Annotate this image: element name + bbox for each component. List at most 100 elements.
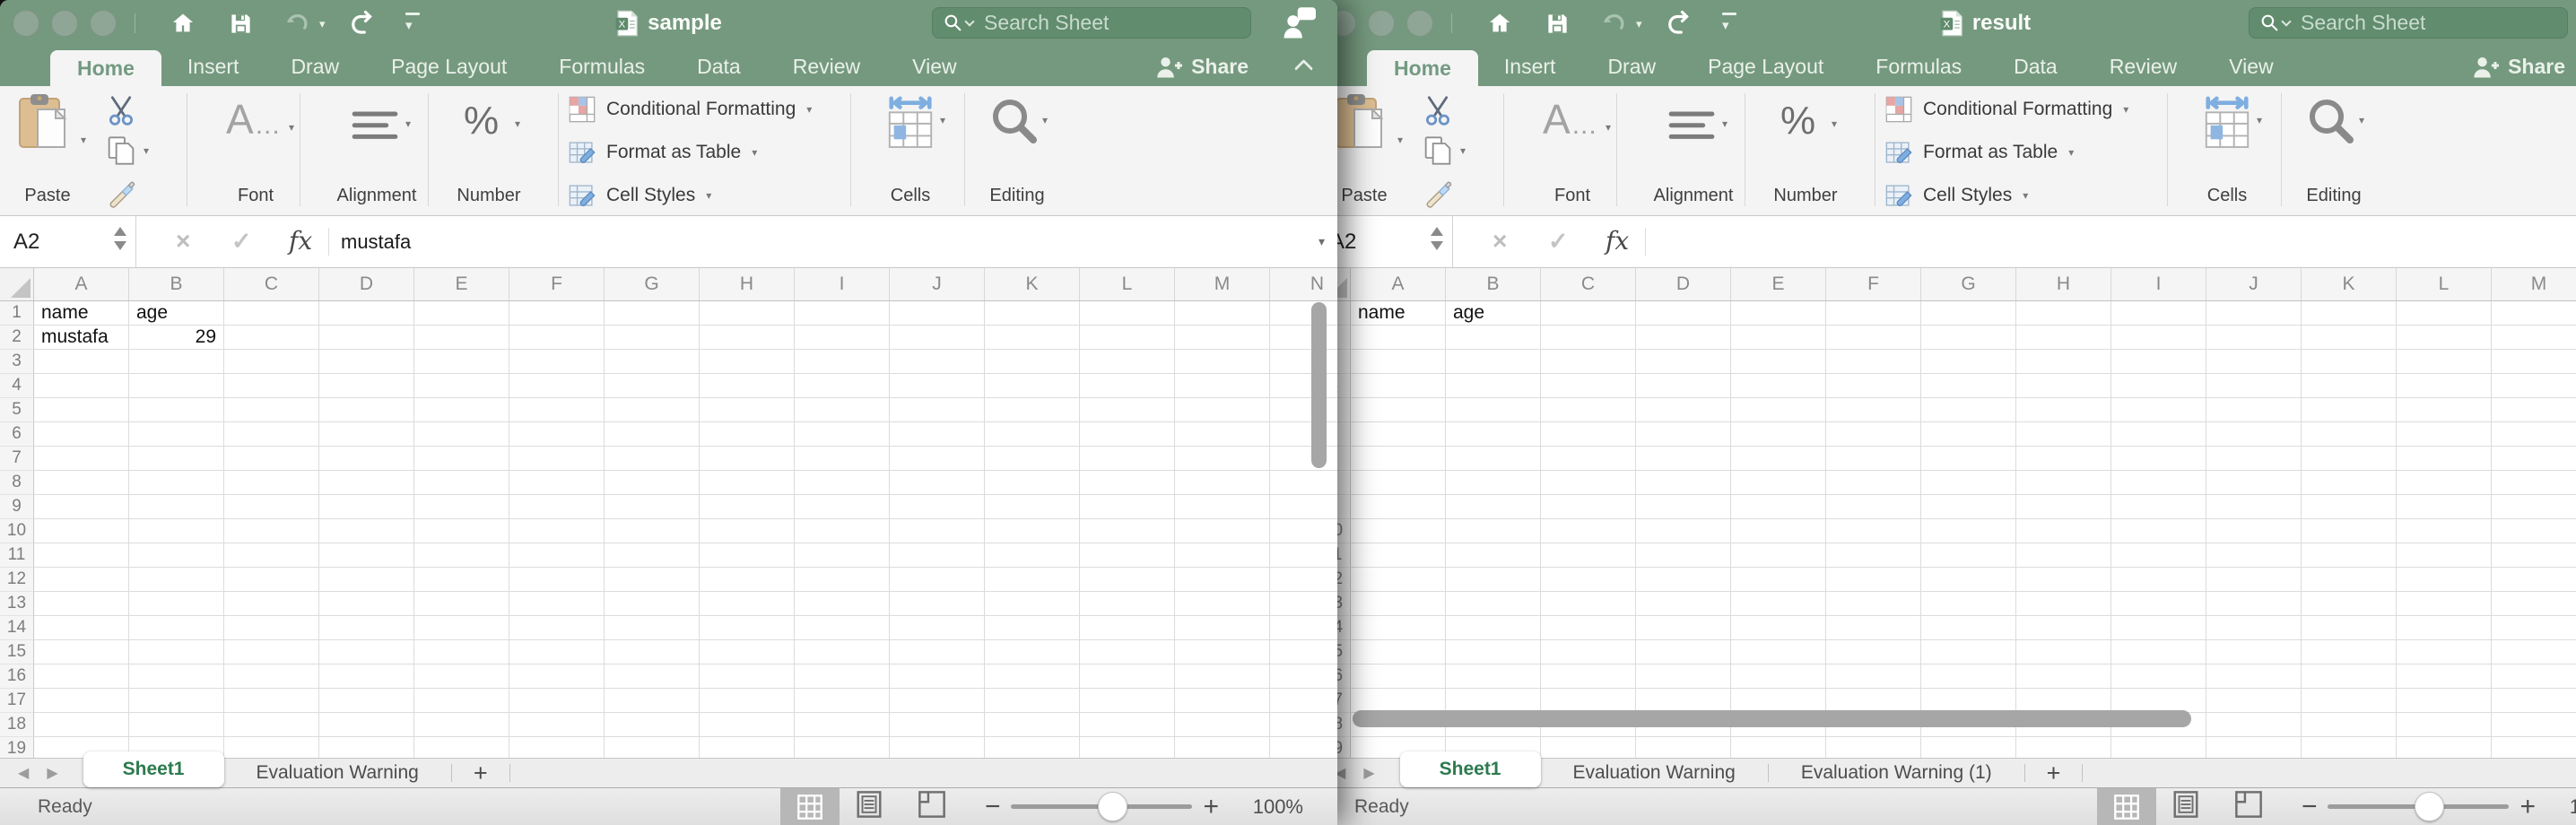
cell-i15[interactable] — [2111, 640, 2206, 664]
cell-b8[interactable] — [129, 471, 224, 495]
formula-input[interactable]: mustafa — [341, 216, 411, 267]
cell-c13[interactable] — [1541, 592, 1636, 616]
cell-h16[interactable] — [2016, 664, 2111, 689]
cell-d11[interactable] — [319, 543, 414, 568]
ribbon-tab-data[interactable]: Data — [671, 47, 767, 86]
cell-j11[interactable] — [890, 543, 985, 568]
cell-a11[interactable] — [1351, 543, 1446, 568]
cell-a6[interactable] — [34, 422, 129, 447]
cell-d12[interactable] — [319, 568, 414, 592]
cell-e4[interactable] — [414, 374, 509, 398]
cell-l10[interactable] — [1080, 519, 1175, 543]
cell-e10[interactable] — [414, 519, 509, 543]
cell-b11[interactable] — [129, 543, 224, 568]
cell-a17[interactable] — [1351, 689, 1446, 713]
cell-b1[interactable]: age — [129, 301, 224, 326]
page-break-preview-button[interactable] — [918, 791, 945, 822]
cell-g12[interactable] — [1921, 568, 2016, 592]
cell-l2[interactable] — [1080, 326, 1175, 350]
cell-m13[interactable] — [2492, 592, 2576, 616]
cell-f18[interactable] — [509, 713, 605, 737]
cell-l9[interactable] — [1080, 495, 1175, 519]
cell-d7[interactable] — [1636, 447, 1731, 471]
cell-l16[interactable] — [2397, 664, 2492, 689]
conditional-formatting-button[interactable]: Conditional Formatting ▾ — [1885, 88, 2128, 131]
cell-c10[interactable] — [224, 519, 319, 543]
cell-c1[interactable] — [224, 301, 319, 326]
column-header-a[interactable]: A — [1351, 268, 1446, 300]
cell-m4[interactable] — [1175, 374, 1270, 398]
conditional-formatting-button[interactable]: Conditional Formatting ▾ — [569, 88, 812, 131]
cell-l13[interactable] — [2397, 592, 2492, 616]
cell-j4[interactable] — [890, 374, 985, 398]
ribbon-tab-insert[interactable]: Insert — [161, 47, 265, 86]
cell-e2[interactable] — [1731, 326, 1826, 350]
cell-l13[interactable] — [1080, 592, 1175, 616]
cell-a18[interactable] — [34, 713, 129, 737]
cell-j14[interactable] — [2206, 616, 2302, 640]
cell-e15[interactable] — [1731, 640, 1826, 664]
column-header-b[interactable]: B — [129, 268, 224, 300]
search-sheet-input[interactable]: Search Sheet — [2249, 7, 2568, 39]
cell-e17[interactable] — [414, 689, 509, 713]
cell-d6[interactable] — [319, 422, 414, 447]
cell-a4[interactable] — [34, 374, 129, 398]
column-header-k[interactable]: K — [985, 268, 1080, 300]
cell-l17[interactable] — [2397, 689, 2492, 713]
cell-i3[interactable] — [2111, 350, 2206, 374]
cell-i2[interactable] — [795, 326, 890, 350]
cell-b6[interactable] — [1446, 422, 1541, 447]
cell-m6[interactable] — [1175, 422, 1270, 447]
next-sheet-icon[interactable]: ▶ — [1363, 764, 1374, 782]
cell-c19[interactable] — [224, 737, 319, 758]
insert-function-icon[interactable]: fx — [289, 226, 312, 256]
paste-dropdown-icon[interactable]: ▾ — [1397, 135, 1403, 145]
cell-j4[interactable] — [2206, 374, 2302, 398]
cell-b6[interactable] — [129, 422, 224, 447]
cell-a9[interactable] — [34, 495, 129, 519]
cell-f8[interactable] — [509, 471, 605, 495]
cell-k18[interactable] — [985, 713, 1080, 737]
share-button[interactable]: Share — [2472, 55, 2565, 79]
editing-dropdown-icon[interactable]: ▾ — [1042, 115, 1048, 126]
cell-h19[interactable] — [2016, 737, 2111, 758]
cell-c8[interactable] — [1541, 471, 1636, 495]
cell-b5[interactable] — [1446, 398, 1541, 422]
cell-e5[interactable] — [1731, 398, 1826, 422]
cell-k7[interactable] — [2302, 447, 2397, 471]
cell-b14[interactable] — [129, 616, 224, 640]
cell-l5[interactable] — [2397, 398, 2492, 422]
cell-j3[interactable] — [2206, 350, 2302, 374]
cell-l19[interactable] — [1080, 737, 1175, 758]
page-break-preview-button[interactable] — [2235, 791, 2262, 822]
cell-m18[interactable] — [1175, 713, 1270, 737]
cell-c8[interactable] — [224, 471, 319, 495]
cell-f16[interactable] — [1826, 664, 1921, 689]
copy-icon[interactable] — [1424, 136, 1451, 169]
column-header-g[interactable]: G — [1921, 268, 2016, 300]
cell-styles-button[interactable]: Cell Styles ▾ — [1885, 174, 2028, 217]
ribbon-tab-formulas[interactable]: Formulas — [1849, 47, 1988, 86]
cell-c7[interactable] — [1541, 447, 1636, 471]
add-sheet-button[interactable]: + — [2025, 760, 2083, 787]
cell-g6[interactable] — [1921, 422, 2016, 447]
cell-c16[interactable] — [1541, 664, 1636, 689]
cell-f1[interactable] — [509, 301, 605, 326]
column-header-f[interactable]: F — [509, 268, 605, 300]
cells-dropdown-icon[interactable]: ▾ — [940, 115, 945, 126]
cell-c10[interactable] — [1541, 519, 1636, 543]
insert-function-icon[interactable]: fx — [1606, 226, 1629, 256]
cell-j17[interactable] — [2206, 689, 2302, 713]
cell-d5[interactable] — [319, 398, 414, 422]
cell-l15[interactable] — [2397, 640, 2492, 664]
cell-g9[interactable] — [1921, 495, 2016, 519]
cell-e6[interactable] — [1731, 422, 1826, 447]
cell-i5[interactable] — [2111, 398, 2206, 422]
cell-m14[interactable] — [2492, 616, 2576, 640]
cell-f16[interactable] — [509, 664, 605, 689]
cell-n12[interactable] — [1270, 568, 1337, 592]
cell-c4[interactable] — [224, 374, 319, 398]
cell-m4[interactable] — [2492, 374, 2576, 398]
cell-a10[interactable] — [1351, 519, 1446, 543]
cell-f6[interactable] — [509, 422, 605, 447]
